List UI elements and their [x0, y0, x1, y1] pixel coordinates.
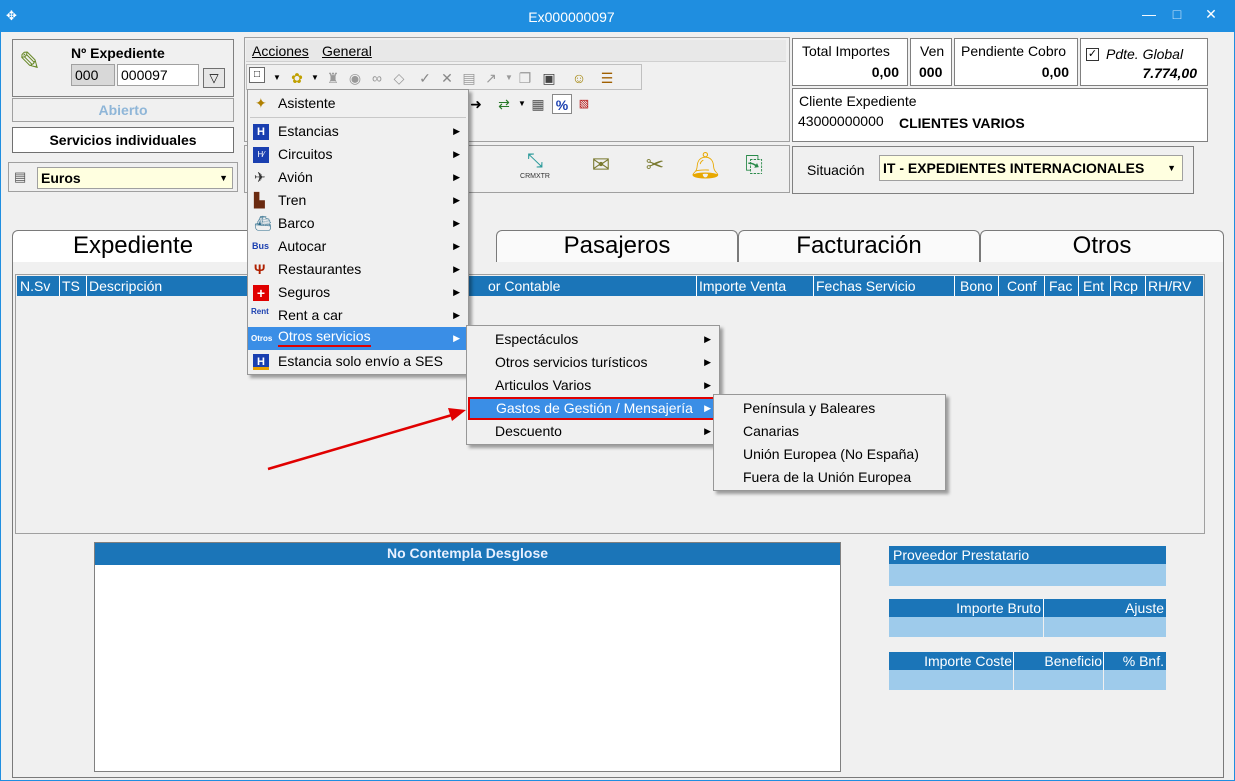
annotation-arrow [267, 408, 466, 471]
